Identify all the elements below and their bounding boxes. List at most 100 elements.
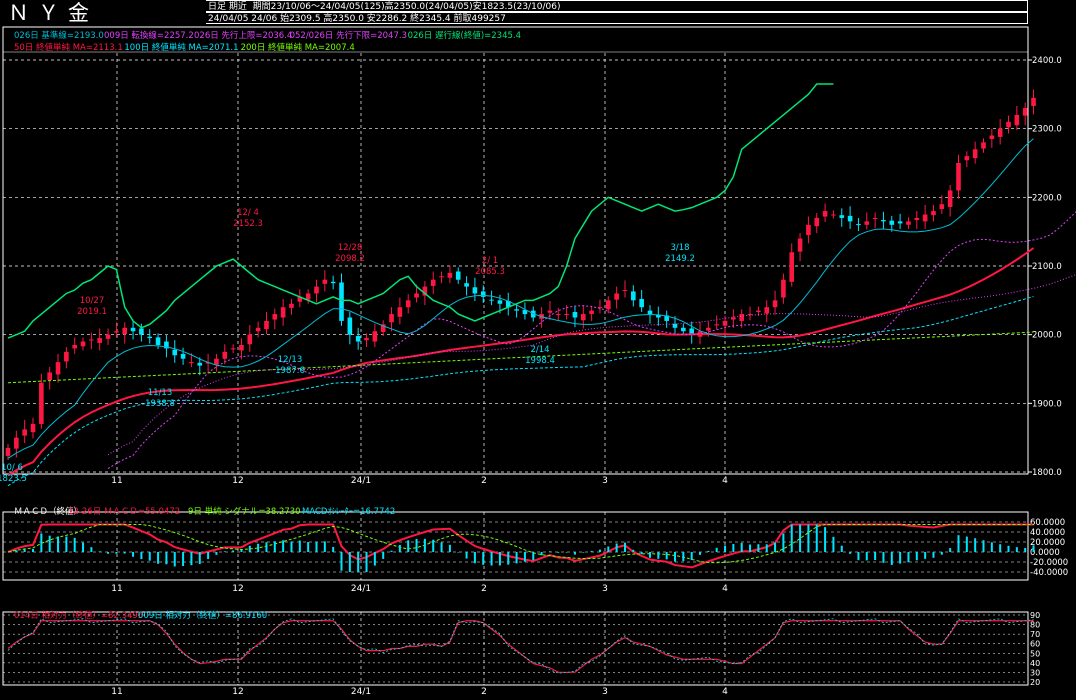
candle (197, 362, 203, 366)
candle (472, 287, 478, 294)
candle (364, 338, 369, 341)
candle (764, 307, 770, 314)
candle (514, 309, 519, 311)
candle (781, 279, 786, 298)
legend-item-1: 026日 基準線=2193.0 (14, 30, 104, 41)
ma-legend-item-2: 100日 終値単純 MA=2071.1 (124, 42, 238, 53)
candle (739, 314, 745, 321)
candle (772, 300, 778, 308)
candle (822, 211, 828, 217)
annotation-date-6: 2/14 (530, 345, 549, 355)
macd-legend-item-4: MACDｵｼﾚｰﾀｰ=16.7742 (302, 507, 395, 517)
candle (80, 341, 86, 347)
candle (947, 190, 953, 207)
candle (981, 142, 986, 149)
x-tick-macd-1: 12 (232, 584, 243, 594)
candle (155, 337, 161, 345)
candle (280, 307, 286, 318)
candle (839, 215, 845, 218)
candle (939, 204, 945, 210)
candle (314, 286, 319, 294)
candle (347, 317, 353, 335)
candle (806, 224, 811, 236)
candle (39, 382, 44, 424)
x-tick-price-0: 11 (111, 476, 122, 486)
candle (889, 220, 895, 225)
candle (864, 221, 870, 225)
chart-canvas: 026日 基準線=2193.0 009日 転換線=2257.2 026日 先行上限=… (0, 26, 1076, 697)
candle (580, 314, 586, 321)
candle (1022, 108, 1028, 116)
ma-legend-item-1: 50日 終値単純 MA=2113.1 (14, 42, 123, 53)
y-tick-price-0: 2400.0 (1032, 56, 1062, 66)
candle (289, 303, 294, 308)
candle (1031, 97, 1036, 107)
x-tick-macd-5: 4 (722, 584, 728, 594)
macd-legend-item-3: 9日 単純 シグナル=38.2730 (188, 506, 301, 517)
candle (480, 291, 486, 297)
candle (622, 290, 628, 292)
candle (555, 314, 561, 316)
macd-line (7, 523, 1034, 569)
candle (339, 282, 344, 321)
candle (230, 348, 236, 350)
ichimoku-span-b (107, 273, 1076, 456)
y-tick-price-3: 2100.0 (1032, 262, 1062, 272)
candle (372, 331, 378, 342)
candle (405, 300, 411, 308)
x-tick-rsi-3: 2 (481, 687, 487, 697)
y-tick-price-1: 2300.0 (1032, 125, 1062, 135)
annotation-value-5: 1987.6 (275, 366, 305, 376)
y-tick-rsi-6: 30 (1030, 668, 1040, 677)
lagging-span (7, 83, 834, 339)
candle (856, 224, 861, 226)
annotation-value-4: 1938.8 (145, 399, 175, 409)
rsi9-line (7, 618, 1034, 674)
annotation-date-0: 10/27 (80, 296, 105, 306)
macd-signal-line (7, 524, 1034, 564)
candle (722, 320, 728, 326)
candle (414, 293, 419, 298)
x-tick-price-4: 3 (602, 476, 608, 486)
candle (897, 221, 903, 224)
candle (681, 327, 686, 332)
rsi14-line (7, 620, 1034, 674)
annotation-value-7: 2149.2 (665, 254, 695, 264)
candle (147, 336, 153, 339)
candle (397, 307, 403, 317)
y-tick-rsi-7: 20 (1030, 678, 1040, 687)
candle (964, 156, 970, 161)
annotation-value-0: 2019.1 (77, 307, 107, 317)
candle (189, 362, 194, 364)
annotation-value-3: 2085.3 (475, 267, 505, 277)
candle (322, 279, 328, 284)
x-tick-price-3: 2 (481, 476, 487, 486)
candle (914, 217, 920, 220)
macd-legend-item-2: 12-26日 ＭＡＣＤ=55.0472 (68, 507, 180, 517)
candle (1006, 121, 1011, 128)
candle (572, 312, 578, 318)
candle (97, 338, 103, 343)
candle (114, 331, 119, 333)
x-tick-macd-4: 3 (602, 584, 608, 594)
candle (997, 128, 1003, 137)
candle (564, 314, 569, 316)
x-tick-rsi-5: 4 (722, 687, 728, 697)
candle (247, 334, 253, 345)
y-tick-rsi-0: 90 (1030, 611, 1040, 620)
annotation-value-1: 2152.3 (233, 219, 263, 229)
rsi-legend-item-2: 009日 相対力（終値）=86.9160 (138, 610, 267, 621)
y-tick-rsi-2: 70 (1030, 630, 1040, 639)
candle (489, 299, 494, 301)
candle (330, 281, 336, 284)
x-tick-rsi-2: 24/1 (351, 687, 371, 697)
candle (639, 298, 644, 308)
candle (264, 320, 269, 330)
candle (72, 344, 78, 349)
annotation-date-5: 12/13 (278, 355, 303, 365)
legend-item-5: 026日 遅行線(終値)=2345.4 (408, 30, 521, 41)
legend-item-2: 009日 転換線=2257.2 (104, 30, 194, 41)
annotation-value-2: 2098.2 (335, 254, 365, 264)
candle (30, 423, 36, 433)
candle (430, 279, 436, 286)
